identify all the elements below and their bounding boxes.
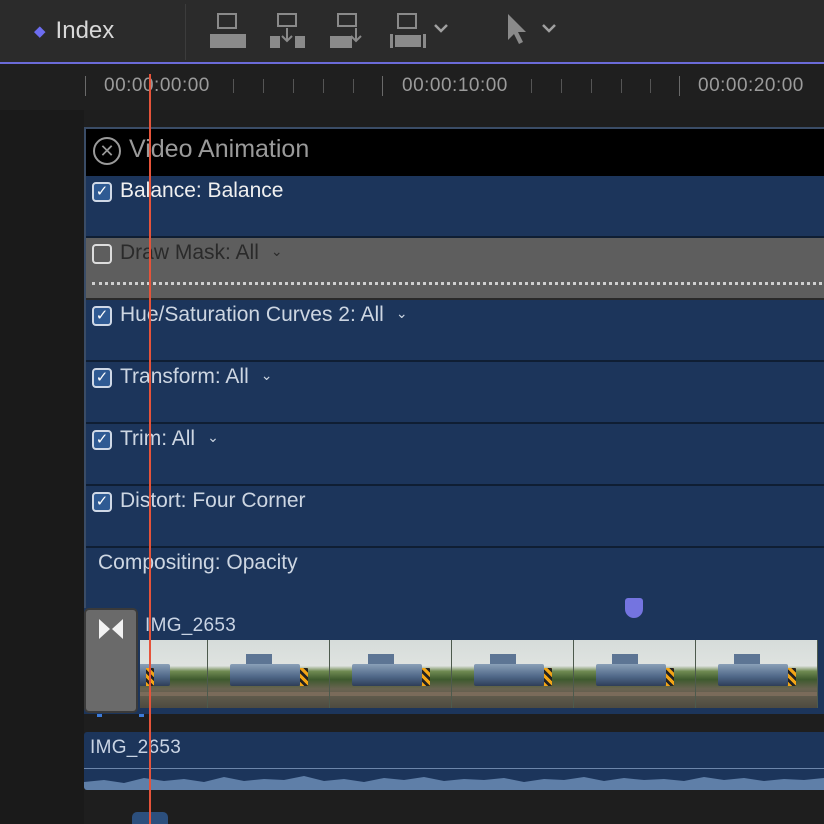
effect-label: Transform: All ⌄	[120, 365, 273, 388]
chevron-down-icon[interactable]: ⌄	[207, 429, 219, 446]
effect-row-draw-mask[interactable]: Draw Mask: All ⌄	[86, 238, 824, 300]
timeline-ruler[interactable]: 00:00:00:00 00:00:10:00 00:00:20:00	[0, 64, 824, 110]
clip-filmstrip	[140, 640, 824, 708]
ruler-tick	[323, 79, 324, 93]
effect-row-transform[interactable]: ✓ Transform: All ⌄	[86, 362, 824, 424]
ruler-tick	[561, 79, 562, 93]
effect-row-balance[interactable]: ✓ Balance: Balance	[86, 176, 824, 238]
clip-name: IMG_2653	[145, 615, 237, 636]
edit-options-chevron-down-icon[interactable]	[432, 22, 450, 36]
filmstrip-frame	[452, 640, 574, 708]
effect-row-distort[interactable]: ✓ Distort: Four Corner	[86, 486, 824, 548]
tools-chevron-down-icon[interactable]	[540, 22, 558, 36]
filmstrip-frame	[330, 640, 452, 708]
effect-label: Balance: Balance	[120, 179, 284, 202]
audio-clip[interactable]: IMG_2653	[84, 732, 824, 790]
filmstrip-frame	[208, 640, 330, 708]
effect-enable-checkbox[interactable]: ✓	[92, 182, 112, 202]
ruler-tick	[233, 79, 234, 93]
index-label: Index	[55, 17, 115, 44]
ruler-tick	[353, 79, 354, 93]
overwrite-clip-icon[interactable]	[388, 12, 428, 50]
ruler-timecode: 00:00:00:00	[104, 75, 210, 96]
audio-clip-name: IMG_2653	[90, 737, 182, 758]
ruler-tick	[591, 79, 592, 93]
filmstrip-frame	[696, 640, 818, 708]
bowtie-icon	[99, 619, 123, 639]
opacity-keyframe-marker[interactable]	[625, 598, 643, 618]
chevron-down-icon[interactable]: ⌄	[261, 367, 273, 384]
ruler-timecode: 00:00:10:00	[402, 75, 508, 96]
clip-marker	[97, 714, 102, 717]
effect-row-compositing[interactable]: Compositing: Opacity	[86, 548, 824, 610]
video-animation-title: Video Animation	[129, 135, 310, 163]
effect-label: Compositing: Opacity	[98, 551, 298, 574]
clip-marker	[139, 714, 144, 717]
timeline-gutter	[0, 110, 84, 824]
keyframe-dotted-line	[92, 282, 822, 285]
audio-waveform	[84, 776, 824, 790]
index-diamond-icon: ◆	[34, 23, 46, 40]
playhead[interactable]	[149, 74, 151, 824]
video-animation-editor: ✕ Video Animation ✓ Balance: Balance Dra…	[84, 127, 824, 611]
index-button[interactable]: ◆ Index	[0, 0, 185, 62]
chevron-down-icon[interactable]: ⌄	[271, 243, 283, 260]
insert-clip-icon[interactable]	[268, 12, 308, 50]
ruler-timecode: 00:00:20:00	[698, 75, 804, 96]
effect-enable-checkbox[interactable]: ✓	[92, 430, 112, 450]
ruler-tick	[621, 79, 622, 93]
effect-enable-checkbox[interactable]	[92, 244, 112, 264]
ruler-tick	[293, 79, 294, 93]
effect-label: Hue/Saturation Curves 2: All ⌄	[120, 303, 408, 326]
connect-clip-icon[interactable]	[328, 12, 368, 50]
chevron-down-icon[interactable]: ⌄	[396, 305, 408, 322]
ruler-tick	[650, 79, 651, 93]
append-clip-icon[interactable]	[208, 12, 248, 50]
filmstrip-frame	[574, 640, 696, 708]
effect-enable-checkbox[interactable]: ✓	[92, 368, 112, 388]
toolbar: ◆ Index	[0, 0, 824, 64]
effect-label: Draw Mask: All ⌄	[120, 241, 283, 264]
effect-label: Distort: Four Corner	[120, 489, 306, 512]
toolbar-divider	[185, 4, 186, 60]
effect-enable-checkbox[interactable]: ✓	[92, 306, 112, 326]
ruler-tick	[382, 76, 383, 96]
effect-label: Trim: All ⌄	[120, 427, 219, 450]
ruler-tick	[85, 76, 86, 96]
effect-row-trim[interactable]: ✓ Trim: All ⌄	[86, 424, 824, 486]
ruler-tick	[679, 76, 680, 96]
ruler-tick	[263, 79, 264, 93]
clip-animation-toggle-button[interactable]	[84, 608, 138, 713]
video-animation-header: ✕ Video Animation	[86, 129, 824, 176]
effect-row-hue-saturation[interactable]: ✓ Hue/Saturation Curves 2: All ⌄	[86, 300, 824, 362]
effect-enable-checkbox[interactable]: ✓	[92, 492, 112, 512]
ruler-tick	[531, 79, 532, 93]
close-video-animation-button[interactable]: ✕	[93, 137, 121, 165]
select-tool-icon[interactable]	[504, 12, 530, 48]
